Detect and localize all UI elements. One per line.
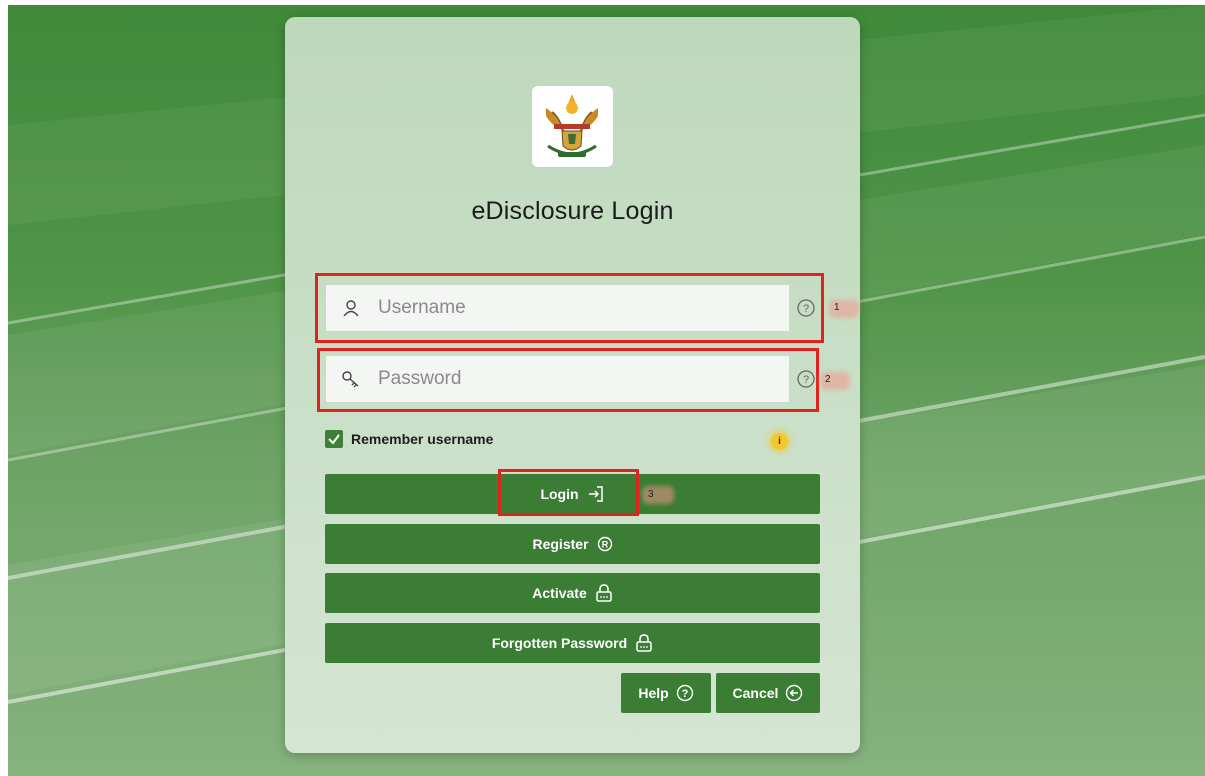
registered-icon: R	[597, 536, 612, 552]
arrow-left-circle-icon	[786, 684, 803, 702]
svg-text:R: R	[601, 540, 608, 550]
checkbox-checked-icon[interactable]	[325, 430, 343, 448]
svg-text:?: ?	[803, 303, 809, 315]
info-icon[interactable]: i	[771, 433, 788, 450]
register-button[interactable]: Register R	[325, 524, 820, 564]
user-icon	[326, 299, 376, 317]
question-circle-icon: ?	[676, 684, 693, 702]
remember-username-checkbox[interactable]: Remember username	[325, 430, 493, 448]
key-icon	[326, 369, 376, 389]
username-help-icon[interactable]: ?	[796, 298, 816, 323]
forgotten-password-label: Forgotten Password	[491, 635, 628, 651]
activate-button[interactable]: Activate	[325, 573, 820, 613]
password-input[interactable]	[376, 367, 780, 391]
password-help-icon[interactable]: ?	[796, 369, 816, 394]
annotation-marker-3: 3	[648, 489, 654, 500]
svg-text:?: ?	[681, 688, 688, 700]
lock-icon	[595, 584, 612, 602]
lock-icon	[636, 634, 652, 652]
forgotten-password-button[interactable]: Forgotten Password	[325, 623, 820, 663]
annotation-marker-glow-3	[642, 486, 674, 504]
activate-label: Activate	[532, 585, 587, 601]
cancel-label: Cancel	[732, 685, 779, 701]
login-card: eDisclosure Login ? 1 ? 2 Remember usern…	[285, 17, 860, 753]
username-field[interactable]	[325, 284, 790, 332]
annotation-marker-2: 2	[825, 374, 831, 385]
help-button[interactable]: Help ?	[621, 673, 711, 713]
username-input[interactable]	[376, 296, 780, 320]
annotation-box-login	[498, 469, 639, 516]
svg-text:?: ?	[803, 374, 809, 386]
annotation-marker-1: 1	[834, 302, 840, 313]
coat-of-arms-logo	[532, 86, 613, 167]
page-title: eDisclosure Login	[471, 197, 674, 225]
remember-username-label: Remember username	[351, 431, 494, 447]
password-field[interactable]	[325, 355, 790, 403]
register-label: Register	[532, 536, 589, 552]
help-label: Help	[638, 685, 669, 701]
cancel-button[interactable]: Cancel	[716, 673, 820, 713]
